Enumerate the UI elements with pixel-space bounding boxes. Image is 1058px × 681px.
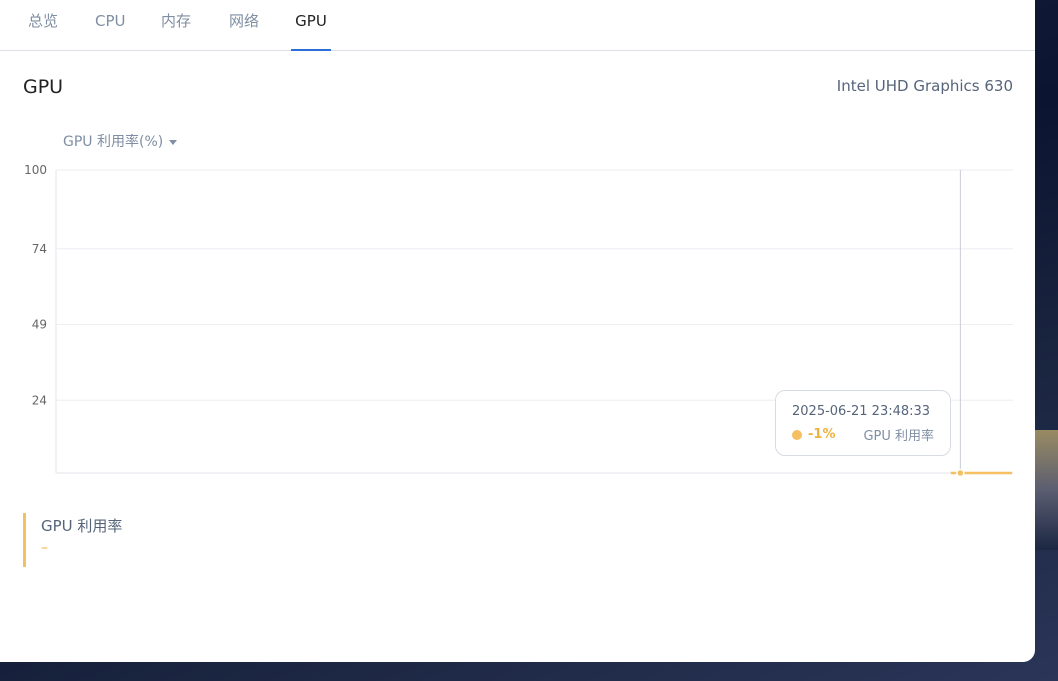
chart-tooltip: 2025-06-21 23:48:33 -1% GPU 利用率 [775,390,951,456]
tab-cpu[interactable]: CPU [95,0,126,50]
y-tick-label: 49 [32,318,47,332]
series-dot-icon [792,429,802,440]
caret-down-icon [169,139,178,145]
legend-series-name: GPU 利用率 [41,517,123,535]
y-tick-label: 24 [32,393,47,407]
tooltip-time: 2025-06-21 23:48:33 [792,404,931,419]
y-tick-label: 74 [32,242,47,256]
hover-point [956,468,965,478]
gpu-device-name: Intel UHD Graphics 630 [836,77,1013,95]
y-tick-label: 100 [24,163,47,177]
metric-select-value: GPU 利用率(%) [63,134,164,150]
performance-window: 总览 CPU 内存 网络 GPU GPU Intel UHD Graphics … [0,0,1035,662]
legend-series-value: – [41,540,48,556]
tab-gpu[interactable]: GPU [291,0,331,51]
tab-overview[interactable]: 总览 [27,0,59,50]
metric-select[interactable]: GPU 利用率(%) [63,131,178,151]
tab-network[interactable]: 网络 [228,0,260,50]
tooltip-value: -1% [808,427,836,442]
tooltip-row: -1% GPU 利用率 [792,425,934,444]
tooltip-series-name: GPU 利用率 [863,429,934,444]
tab-bar: 总览 CPU 内存 网络 GPU [0,0,1035,51]
page-title: GPU [23,76,64,98]
tab-memory[interactable]: 内存 [160,0,192,50]
legend-card[interactable]: GPU 利用率 – [23,513,122,567]
